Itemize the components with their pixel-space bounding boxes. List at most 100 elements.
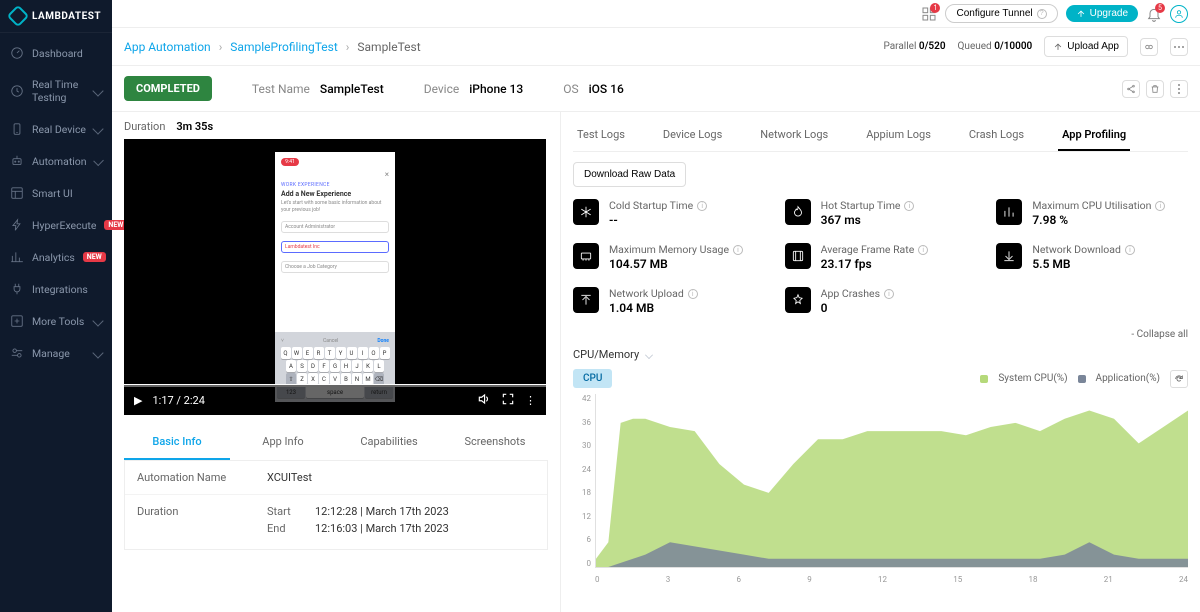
fullscreen-icon[interactable]	[501, 392, 515, 409]
sidebar-item-label: More Tools	[32, 315, 86, 328]
profiling-panel: Test Logs Device Logs Network Logs Appium L…	[560, 112, 1200, 612]
legend-app-label: Application(%)	[1096, 373, 1160, 384]
sidebar-item-label: Smart UI	[32, 187, 102, 200]
tab-network-logs[interactable]: Network Logs	[756, 120, 832, 151]
chevron-down-icon	[93, 156, 104, 167]
collapse-all-link[interactable]: - Collapse all	[573, 329, 1188, 340]
tab-test-logs[interactable]: Test Logs	[573, 120, 629, 151]
key-e: E	[303, 347, 313, 359]
queued-value: 0/10000	[994, 41, 1032, 52]
upgrade-button[interactable]: Upgrade	[1066, 5, 1138, 22]
info-icon[interactable]: i	[884, 289, 894, 299]
ram-icon	[573, 243, 599, 269]
delete-icon[interactable]	[1146, 80, 1164, 98]
metric-maximum-memory-usage: Maximum Memory Usage i 104.57 MB	[573, 243, 765, 271]
clock-icon	[10, 84, 24, 98]
info-icon[interactable]: i	[918, 245, 928, 255]
plus-icon	[10, 314, 24, 328]
sidebar-item-dashboard[interactable]: Dashboard	[0, 37, 112, 69]
sidebar-item-label: Manage	[32, 347, 86, 360]
info-tab-app-info[interactable]: App Info	[230, 425, 336, 460]
x-tick: 0	[595, 575, 600, 584]
share-icon[interactable]	[1122, 80, 1140, 98]
breadcrumb: App Automation › SampleProfilingTest › S…	[124, 40, 421, 54]
apps-icon[interactable]: 1	[921, 6, 937, 22]
crash-icon	[785, 287, 811, 313]
test-name-field: Test Name SampleTest	[252, 82, 384, 96]
end-value: 12:16:03 | March 17th 2023	[315, 522, 449, 535]
breadcrumb-row: App Automation › SampleProfilingTest › S…	[112, 28, 1200, 66]
automation-name-label: Automation Name	[137, 471, 267, 484]
video-player[interactable]: 9:41 × WORK EXPERIENCE Add a New Experie…	[124, 139, 546, 415]
duration-line: Duration 3m 35s	[124, 120, 548, 133]
test-name-label: Test Name	[252, 82, 310, 96]
sidebar-item-analytics[interactable]: Analytics NEW	[0, 241, 112, 273]
sidebar-item-real-device[interactable]: Real Device	[0, 113, 112, 145]
sidebar-item-automation[interactable]: Automation	[0, 145, 112, 177]
info-tab-screenshots[interactable]: Screenshots	[442, 425, 548, 460]
tab-app-profiling[interactable]: App Profiling	[1058, 120, 1130, 151]
upload-app-button[interactable]: Upload App	[1044, 36, 1128, 57]
tab-device-logs[interactable]: Device Logs	[659, 120, 726, 151]
volume-icon[interactable]	[477, 392, 491, 409]
sidebar-item-real-time-testing[interactable]: Real Time Testing	[0, 69, 112, 113]
crumb-app-automation[interactable]: App Automation	[124, 40, 211, 54]
crumb-sep: ›	[219, 40, 223, 54]
info-icon[interactable]: i	[1125, 245, 1135, 255]
bolt-icon	[10, 218, 24, 232]
duration-value: 3m 35s	[176, 120, 213, 133]
metric-label: Maximum CPU Utilisation i	[1032, 199, 1165, 212]
robot-icon	[10, 154, 24, 168]
sidebar-item-manage[interactable]: Manage	[0, 337, 112, 369]
more-icon[interactable]: ⋮	[525, 394, 536, 407]
crumb-build[interactable]: SampleProfilingTest	[230, 40, 337, 54]
notifications-icon[interactable]: 5	[1146, 6, 1162, 22]
ps-cancel: Cancel	[323, 338, 338, 344]
x-tick: 15	[953, 575, 962, 584]
info-tab-basic-info[interactable]: Basic Info	[124, 425, 230, 460]
device-label: Device	[424, 82, 460, 96]
avatar[interactable]	[1170, 5, 1188, 23]
metric-label: Network Download i	[1032, 243, 1135, 256]
sidebar-item-more-tools[interactable]: More Tools	[0, 305, 112, 337]
info-icon[interactable]: i	[904, 201, 914, 211]
info-icon[interactable]: i	[697, 201, 707, 211]
info-tab-capabilities[interactable]: Capabilities	[336, 425, 442, 460]
metric-label: Maximum Memory Usage i	[609, 243, 743, 256]
test-name-value: SampleTest	[320, 82, 384, 96]
sidebar: LAMBDATEST Dashboard Real Time Testing R…	[0, 0, 112, 612]
more-icon[interactable]	[1170, 38, 1188, 56]
tab-crash-logs[interactable]: Crash Logs	[965, 120, 1028, 151]
key-p: P	[380, 347, 390, 359]
info-icon[interactable]: i	[688, 289, 698, 299]
kebab-icon[interactable]	[1170, 80, 1188, 98]
tab-appium-logs[interactable]: Appium Logs	[862, 120, 935, 151]
chart-dropdown[interactable]: CPU/Memory	[573, 348, 1188, 361]
ps-field2: Lambdatest Inc	[281, 241, 389, 253]
configure-tunnel-button[interactable]: Configure Tunnel ?	[945, 4, 1057, 23]
metric-maximum-cpu-utilisation: Maximum CPU Utilisation i 7.98 %	[996, 199, 1188, 227]
log-tabs: Test Logs Device Logs Network Logs Appium L…	[573, 120, 1188, 152]
play-icon[interactable]: ▶	[134, 394, 142, 407]
download-raw-button[interactable]: Download Raw Data	[573, 162, 686, 187]
logo[interactable]: LAMBDATEST	[0, 0, 112, 33]
info-icon[interactable]: i	[733, 245, 743, 255]
sidebar-item-integrations[interactable]: Integrations	[0, 273, 112, 305]
test-summary: COMPLETED Test Name SampleTest Device iP…	[112, 66, 1200, 112]
key-y: Y	[336, 347, 346, 359]
chart-header: CPU System CPU(%) Application(%)	[573, 369, 1188, 388]
sidebar-item-smart-ui[interactable]: Smart UI	[0, 177, 112, 209]
sidebar-item-hyperexecute[interactable]: HyperExecute NEW	[0, 209, 112, 241]
cog-icon	[10, 346, 24, 360]
refresh-icon[interactable]	[1170, 370, 1188, 388]
metric-value: 7.98 %	[1032, 213, 1165, 227]
fire-icon	[785, 199, 811, 225]
cpu-pill[interactable]: CPU	[573, 369, 612, 388]
video-controls: ▶ 1:17 / 2:24 ⋮	[124, 385, 546, 415]
info-icon[interactable]: i	[1155, 201, 1165, 211]
key-h: H	[341, 360, 351, 372]
sidebar-item-label: Analytics	[32, 251, 75, 264]
toggle-icon[interactable]	[1140, 38, 1158, 56]
metric-app-crashes: App Crashes i 0	[785, 287, 977, 315]
configure-tunnel-label: Configure Tunnel	[956, 8, 1032, 19]
